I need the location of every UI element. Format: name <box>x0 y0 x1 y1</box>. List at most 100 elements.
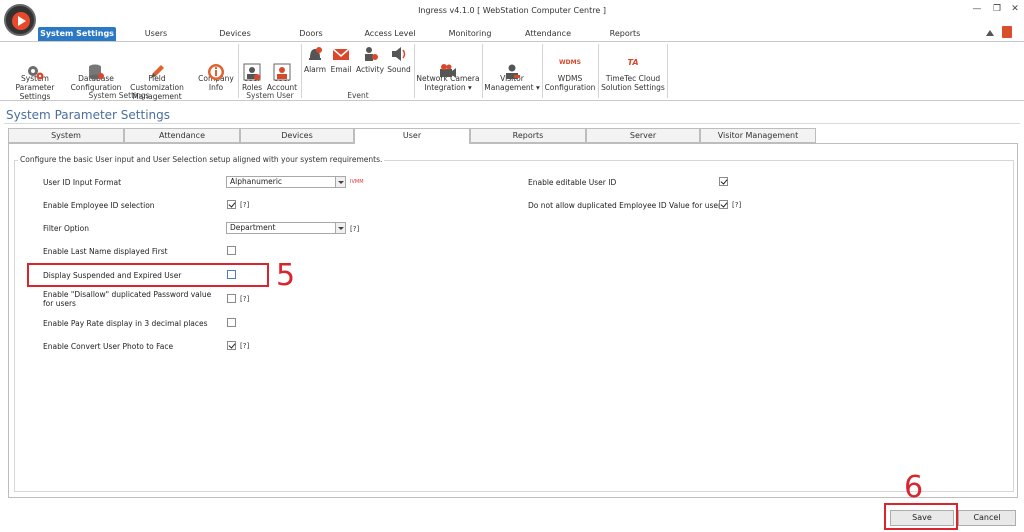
visitor-management-button[interactable]: Visitor Management ▾ <box>484 44 540 92</box>
user-account-icon <box>273 54 291 81</box>
gears-icon <box>26 54 44 80</box>
field-customization-button[interactable]: Field Customization Management <box>124 44 190 101</box>
tab-system[interactable]: System <box>8 128 124 143</box>
no-dup-employee-id-label: Do not allow duplicated Employee ID Valu… <box>528 201 725 210</box>
speaker-icon <box>390 45 408 63</box>
save-button[interactable]: Save <box>890 510 954 526</box>
info-icon <box>207 54 225 80</box>
last-name-first-checkbox[interactable] <box>227 246 236 255</box>
tab-users[interactable]: Users <box>135 27 177 41</box>
camera-icon <box>439 54 457 78</box>
user-roles-icon <box>243 54 261 81</box>
chevron-down-icon[interactable] <box>335 223 345 233</box>
filter-option-select[interactable]: Department <box>226 222 346 234</box>
minimize-button[interactable]: — <box>970 3 984 15</box>
select-value: Alphanumeric <box>230 177 283 186</box>
tab-devices[interactable]: Devices <box>240 128 354 143</box>
database-icon <box>87 54 105 80</box>
help-link[interactable]: [?] <box>240 201 249 209</box>
tab-devices[interactable]: Devices <box>212 27 258 41</box>
editable-user-id-checkbox[interactable] <box>719 177 728 186</box>
user-id-format-select[interactable]: Alphanumeric <box>226 176 346 188</box>
step-number-6: 6 <box>904 470 924 505</box>
active-tab-joint <box>355 142 469 144</box>
tab-attendance[interactable]: Attendance <box>522 27 574 41</box>
highlight-box-step5 <box>27 263 269 287</box>
tab-system-settings[interactable]: System Settings <box>38 27 116 41</box>
collapse-ribbon-icon[interactable] <box>986 28 994 36</box>
email-button[interactable]: Email <box>329 44 353 90</box>
activity-button[interactable]: Activity <box>354 44 386 90</box>
convert-photo-checkbox[interactable] <box>227 341 236 350</box>
tab-reports[interactable]: Reports <box>604 27 646 41</box>
restore-button[interactable]: ❐ <box>990 3 1004 15</box>
tab-visitor-management[interactable]: Visitor Management <box>700 128 816 143</box>
ribbon: System Parameter Settings Database Confi… <box>0 41 1024 101</box>
employee-id-selection-label: Enable Employee ID selection <box>43 201 155 210</box>
help-link[interactable]: [?] <box>732 201 741 209</box>
no-dup-employee-id-checkbox[interactable] <box>719 200 728 209</box>
editable-user-id-label: Enable editable User ID <box>528 178 617 187</box>
page-title: System Parameter Settings <box>6 108 171 122</box>
wdms-logo-icon: WDMS <box>559 59 581 66</box>
ribbon-label: WDMS Configuration <box>544 74 596 92</box>
timetec-cloud-settings-button[interactable]: TA TimeTec Cloud Solution Settings <box>600 44 666 92</box>
pay-rate-decimal-label: Enable Pay Rate display in 3 decimal pla… <box>43 319 208 328</box>
office-icon[interactable] <box>1002 26 1012 38</box>
company-info-button[interactable]: Company Info <box>196 44 236 92</box>
divider <box>4 123 1020 124</box>
group-separator <box>542 44 543 98</box>
group-separator <box>482 44 483 98</box>
wdms-configuration-button[interactable]: WDMS WDMS Configuration <box>544 44 596 92</box>
help-link[interactable]: [?] <box>350 225 359 233</box>
app-logo-icon[interactable] <box>4 4 36 36</box>
disallow-dup-password-label: Enable "Disallow" duplicated Password va… <box>43 290 212 308</box>
chevron-down-icon[interactable] <box>335 177 345 187</box>
group-separator <box>667 44 668 98</box>
sound-button[interactable]: Sound <box>386 44 412 90</box>
ta-logo-icon: TA <box>627 58 639 67</box>
pay-rate-decimal-checkbox[interactable] <box>227 318 236 327</box>
group-separator <box>414 44 415 98</box>
user-id-format-label: User ID Input Format <box>43 178 122 187</box>
disallow-dup-password-checkbox[interactable] <box>227 294 236 303</box>
group-separator <box>598 44 599 98</box>
group-label-system-user: System User <box>246 91 294 100</box>
ribbon-label: Alarm <box>303 65 327 74</box>
visitor-icon <box>503 54 521 79</box>
employee-id-selection-checkbox[interactable] <box>227 200 236 209</box>
network-camera-integration-button[interactable]: Network Camera Integration ▾ <box>416 44 480 92</box>
group-label-system-settings: System Settings <box>88 91 150 100</box>
system-parameter-settings-button[interactable]: System Parameter Settings <box>2 44 68 101</box>
pencil-icon <box>148 54 166 78</box>
user-account-button[interactable]: User Account <box>266 44 298 92</box>
required-hint: IVMM <box>350 179 364 185</box>
group-label-event: Event <box>347 91 369 100</box>
tab-doors[interactable]: Doors <box>292 27 330 41</box>
database-configuration-button[interactable]: Database Configuration <box>70 44 122 92</box>
alarm-bell-icon <box>306 45 324 63</box>
tab-reports[interactable]: Reports <box>470 128 586 143</box>
close-button[interactable]: ✕ <box>1008 3 1022 15</box>
ribbon-label: Activity <box>355 65 385 74</box>
group-separator <box>238 44 239 98</box>
window-title: Ingress v4.1.0 [ WebStation Computer Cen… <box>418 6 606 15</box>
ribbon-label: Sound <box>387 65 411 74</box>
activity-icon <box>361 45 379 63</box>
tab-attendance[interactable]: Attendance <box>124 128 240 143</box>
envelope-icon <box>332 45 350 63</box>
group-separator <box>301 44 302 98</box>
convert-photo-label: Enable Convert User Photo to Face <box>43 342 174 351</box>
help-link[interactable]: [?] <box>240 342 249 350</box>
select-value: Department <box>230 223 276 232</box>
tab-server[interactable]: Server <box>586 128 700 143</box>
alarm-button[interactable]: Alarm <box>303 44 327 90</box>
tab-access-level[interactable]: Access Level <box>362 27 418 41</box>
help-link[interactable]: [?] <box>240 295 249 303</box>
tab-monitoring[interactable]: Monitoring <box>444 27 496 41</box>
user-roles-button[interactable]: User Roles <box>240 44 264 92</box>
ribbon-label: Email <box>330 65 352 74</box>
step-number-5: 5 <box>276 258 296 293</box>
cancel-button[interactable]: Cancel <box>958 510 1016 526</box>
panel-description: Configure the basic User input and User … <box>18 155 385 164</box>
